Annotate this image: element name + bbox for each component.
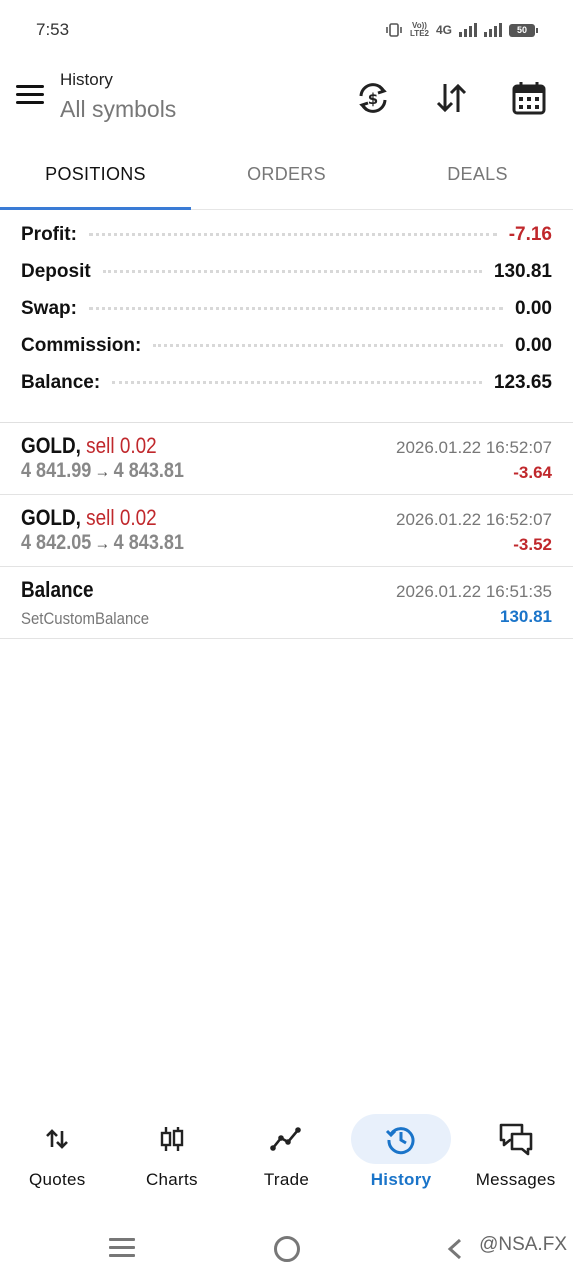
screen-title: History [60, 70, 113, 89]
deposit-value: 130.81 [493, 261, 552, 282]
deal-time: 2026.01.22 16:52:07 [396, 438, 552, 457]
history-clock-icon [386, 1127, 415, 1155]
summary-row-commission: Commission: 0.00 [0, 335, 573, 372]
dotted-leader [112, 381, 482, 384]
deal-symbol: GOLD, [21, 433, 81, 458]
profit-value: -7.16 [508, 224, 552, 245]
nav-history[interactable]: History [344, 1108, 459, 1208]
status-icons: Vo)) LTE2 4G 50 [385, 21, 538, 38]
balance-amount: 130.81 [500, 607, 552, 626]
price-arrow: → [94, 461, 111, 481]
candlestick-icon [160, 1127, 184, 1151]
status-bar: 7:53 Vo)) LTE2 4G 50 [0, 0, 573, 62]
deposit-label: Deposit [21, 261, 91, 282]
symbol-filter[interactable]: All symbols [60, 96, 176, 123]
balance-title: Balance [21, 577, 94, 602]
tab-positions[interactable]: POSITIONS [0, 142, 191, 209]
volte-indicator: Vo)) LTE2 [410, 21, 429, 38]
summary-row-balance: Balance: 123.65 [0, 372, 573, 409]
close-price: 4 843.81 [113, 459, 184, 482]
commission-value: 0.00 [515, 335, 552, 356]
system-navigation: @NSA.FX [0, 1222, 573, 1280]
commission-label: Commission: [21, 335, 142, 356]
dotted-leader [102, 270, 482, 273]
deal-side: sell 0.02 [86, 433, 157, 458]
open-price: 4 842.05 [21, 531, 92, 554]
open-price: 4 841.99 [21, 459, 92, 482]
app-bar: History All symbols $ [0, 62, 573, 142]
swap-label: Swap: [21, 298, 77, 319]
currency-exchange-icon: $ [359, 83, 387, 113]
summary-row-swap: Swap: 0.00 [0, 298, 573, 335]
nav-label: Charts [145, 1170, 198, 1189]
status-time: 7:53 [36, 20, 70, 39]
history-list: GOLD, sell 0.02 4 841.99 → 4 843.81 2026.0… [0, 423, 573, 639]
bottom-navigation: Quotes Charts Trade History Messages [0, 1108, 573, 1208]
price-arrow: → [94, 533, 111, 553]
home-button[interactable] [274, 1236, 300, 1262]
chat-bubbles-icon [499, 1123, 532, 1156]
signal-icon [459, 23, 477, 37]
trade-line-icon [270, 1127, 302, 1151]
back-icon[interactable] [444, 1236, 466, 1262]
deal-time: 2026.01.22 16:52:07 [396, 510, 552, 529]
balance-time: 2026.01.22 16:51:35 [396, 582, 552, 601]
balance-label: Balance: [21, 372, 101, 393]
summary-panel: Profit: -7.16 Deposit 130.81 Swap: 0.00 … [0, 224, 573, 409]
close-price: 4 843.81 [113, 531, 184, 554]
nav-label: Trade [263, 1170, 310, 1189]
list-item[interactable]: Balance SetCustomBalance 2026.01.22 16:5… [0, 567, 573, 639]
sort-button[interactable] [427, 76, 475, 120]
nav-charts[interactable]: Charts [115, 1108, 230, 1208]
deal-title: GOLD, sell 0.02 [21, 505, 157, 531]
deal-prices: 4 841.99 → 4 843.81 [21, 459, 184, 483]
profit-label: Profit: [21, 224, 77, 245]
summary-row-profit: Profit: -7.16 [0, 224, 573, 261]
list-item[interactable]: GOLD, sell 0.02 4 842.05 → 4 843.81 2026.0… [0, 495, 573, 567]
currency-exchange-button[interactable]: $ [349, 76, 397, 120]
nav-label: History [370, 1170, 432, 1189]
nav-label: Messages [475, 1170, 556, 1189]
network-type: 4G [435, 23, 452, 37]
dotted-leader [88, 233, 497, 236]
tab-bar: POSITIONS ORDERS DEALS [0, 142, 573, 210]
nav-quotes[interactable]: Quotes [0, 1108, 115, 1208]
svg-text:$: $ [368, 90, 378, 108]
recent-apps-button[interactable] [109, 1238, 135, 1258]
deal-symbol: GOLD, [21, 505, 81, 530]
calendar-icon [512, 82, 546, 115]
deal-profit: -3.64 [513, 463, 552, 482]
vibrate-icon [386, 23, 402, 37]
nav-trade[interactable]: Trade [229, 1108, 344, 1208]
balance-value: 123.65 [493, 372, 552, 393]
active-tab-indicator [0, 207, 191, 210]
deal-profit: -3.52 [513, 535, 552, 554]
list-item[interactable]: GOLD, sell 0.02 4 841.99 → 4 843.81 2026.0… [0, 423, 573, 495]
quotes-arrows-icon [46, 1129, 69, 1149]
swap-value: 0.00 [515, 298, 552, 319]
dotted-leader [88, 307, 504, 310]
battery-icon: 50 [509, 23, 538, 37]
dotted-leader [153, 344, 504, 347]
deal-side: sell 0.02 [86, 505, 157, 530]
sort-icon [436, 83, 467, 113]
menu-icon[interactable] [16, 85, 44, 105]
watermark: @NSA.FX [479, 1234, 567, 1255]
balance-comment: SetCustomBalance [21, 609, 150, 628]
deal-prices: 4 842.05 → 4 843.81 [21, 531, 184, 555]
nav-messages[interactable]: Messages [458, 1108, 573, 1208]
nav-label: Quotes [28, 1170, 86, 1189]
summary-row-deposit: Deposit 130.81 [0, 261, 573, 298]
tab-orders[interactable]: ORDERS [191, 142, 382, 209]
deal-title: GOLD, sell 0.02 [21, 433, 157, 459]
signal-icon-2 [484, 23, 502, 37]
tab-deals[interactable]: DEALS [382, 142, 573, 209]
calendar-button[interactable] [505, 76, 553, 120]
